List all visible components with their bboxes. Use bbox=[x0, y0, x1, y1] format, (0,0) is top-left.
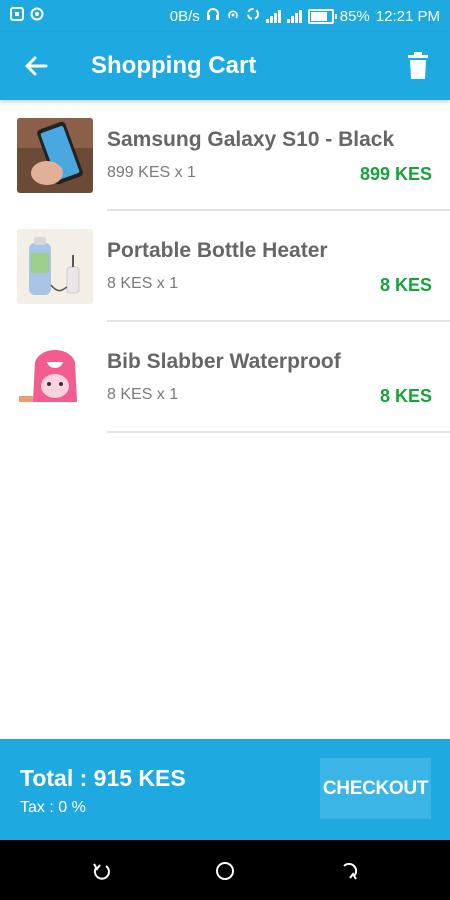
product-image-bottle-heater bbox=[17, 229, 93, 304]
recents-nav-icon bbox=[343, 862, 358, 880]
product-image-bib bbox=[17, 340, 93, 415]
cart-list: Samsung Galaxy S10 - Black 899 KES x 1 8… bbox=[0, 100, 450, 433]
product-image-phone bbox=[17, 118, 93, 193]
status-bar: 0B/s 85% 12:21 PM bbox=[0, 0, 450, 32]
arrow-left-icon bbox=[25, 56, 48, 76]
product-line-total: 8 KES bbox=[379, 275, 432, 295]
cart-item[interactable]: Portable Bottle Heater 8 KES x 1 8 KES bbox=[0, 211, 450, 322]
product-qty-line: 8 KES x 1 bbox=[107, 386, 179, 403]
product-qty-line: 899 KES x 1 bbox=[107, 164, 196, 181]
net-speed: 0B/s bbox=[169, 7, 200, 25]
headphones-icon bbox=[206, 7, 220, 25]
product-name: Bib Slabber Waterproof bbox=[107, 350, 341, 373]
status-bar-left bbox=[10, 7, 44, 25]
notification-icon bbox=[10, 7, 24, 25]
home-nav-button[interactable] bbox=[214, 860, 236, 882]
product-line-total: 899 KES bbox=[359, 164, 432, 184]
clear-cart-button[interactable] bbox=[406, 51, 430, 81]
battery-percent: 85% bbox=[339, 7, 370, 25]
back-nav-icon bbox=[93, 863, 110, 880]
trash-icon bbox=[408, 52, 428, 79]
hotspot-icon bbox=[226, 7, 240, 25]
recents-nav-button[interactable] bbox=[338, 860, 360, 882]
cart-tax: Tax : 0 % bbox=[20, 799, 86, 816]
cart-footer: Total : 915 KES Tax : 0 % CHECKOUT bbox=[0, 739, 450, 840]
product-name: Portable Bottle Heater bbox=[107, 239, 328, 262]
data-saver-icon bbox=[246, 7, 260, 25]
cart-total: Total : 915 KES bbox=[20, 765, 186, 791]
system-nav-bar bbox=[0, 840, 450, 900]
signal-icon-1 bbox=[265, 9, 281, 23]
cart-item[interactable]: Bib Slabber Waterproof 8 KES x 1 8 KES bbox=[0, 322, 450, 433]
sync-icon bbox=[30, 7, 44, 25]
app-toolbar: Shopping Cart bbox=[0, 32, 450, 100]
checkout-button[interactable]: CHECKOUT bbox=[320, 758, 431, 819]
item-divider bbox=[107, 431, 450, 433]
product-qty-line: 8 KES x 1 bbox=[107, 275, 179, 292]
status-bar-right: 0B/s 85% 12:21 PM bbox=[170, 7, 440, 25]
battery-icon bbox=[307, 8, 337, 24]
product-name: Samsung Galaxy S10 - Black bbox=[107, 128, 395, 151]
home-nav-icon bbox=[216, 862, 234, 880]
back-nav-button[interactable] bbox=[90, 860, 112, 882]
product-line-total: 8 KES bbox=[379, 386, 432, 406]
signal-icon-2 bbox=[286, 9, 302, 23]
cart-item[interactable]: Samsung Galaxy S10 - Black 899 KES x 1 8… bbox=[0, 100, 450, 211]
page-title: Shopping Cart bbox=[91, 52, 257, 79]
back-button[interactable] bbox=[22, 52, 50, 80]
clock: 12:21 PM bbox=[375, 7, 440, 25]
